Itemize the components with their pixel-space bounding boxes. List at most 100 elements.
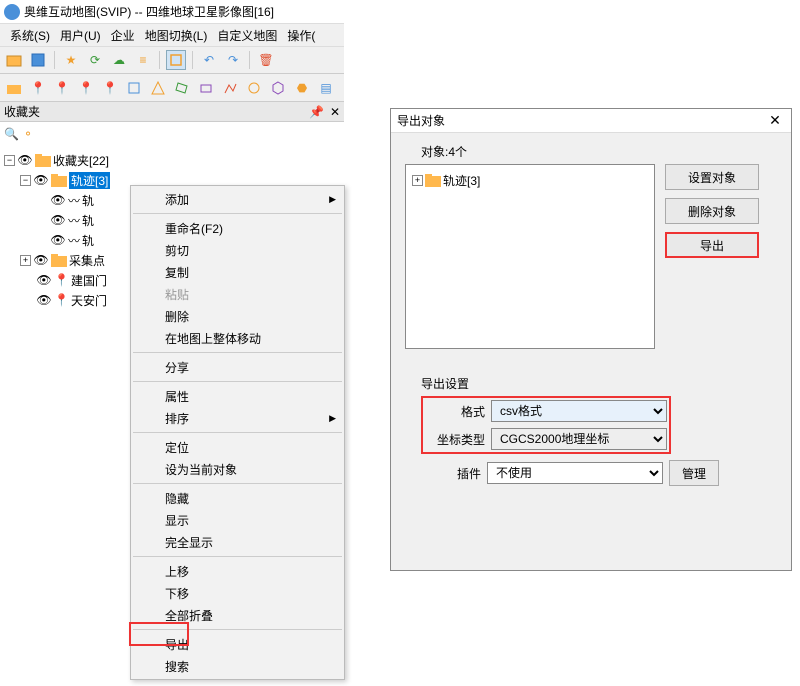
layer-icon[interactable]: ▤ [316, 78, 336, 98]
cm-showall[interactable]: 完全显示 [131, 531, 344, 553]
cm-cut[interactable]: 剪切 [131, 239, 344, 261]
format-label: 格式 [425, 403, 485, 420]
open-icon[interactable] [4, 50, 24, 70]
collapse-icon[interactable]: − [4, 155, 15, 166]
tree-item-label: 轨 [82, 212, 94, 229]
undo-icon[interactable]: ↶ [199, 50, 219, 70]
hex-icon[interactable] [268, 78, 288, 98]
eye-icon[interactable]: 👁 [33, 253, 49, 267]
cm-show[interactable]: 显示 [131, 509, 344, 531]
export-settings-label: 导出设置 [421, 375, 777, 392]
search-icon[interactable]: 🔍 [4, 127, 19, 141]
toolbar-1: ★ ⟳ ☁ ≡ ↶ ↷ 🗑 [0, 46, 344, 74]
cm-moveonmap[interactable]: 在地图上整体移动 [131, 327, 344, 349]
folder-icon [425, 173, 441, 187]
cm-props[interactable]: 属性 [131, 385, 344, 407]
tree-item-label: 天安门 [71, 292, 107, 309]
track-icon: 〰 [68, 192, 80, 209]
menu-mapswitch[interactable]: 地图切换(L) [141, 25, 212, 46]
tree-item-label: 采集点 [69, 252, 105, 269]
object-list[interactable]: + 轨迹[3] [405, 164, 655, 349]
plugin-select[interactable]: 不使用 [487, 462, 663, 484]
cm-search[interactable]: 搜索 [131, 655, 344, 677]
cm-sort[interactable]: 排序 [131, 407, 344, 429]
menu-user[interactable]: 用户(U) [56, 25, 105, 46]
cm-movedown[interactable]: 下移 [131, 582, 344, 604]
coord-type-select[interactable]: CGCS2000地理坐标 [491, 428, 667, 450]
toolbar-2: 📍 📍 📍 📍 ⬣ ▤ [0, 74, 344, 102]
cm-rename[interactable]: 重命名(F2) [131, 217, 344, 239]
pin-icon: 📍 [54, 273, 69, 287]
expand-icon[interactable]: + [412, 175, 423, 186]
menu-system[interactable]: 系统(S) [6, 25, 54, 46]
track-icon: 〰 [68, 212, 80, 229]
refresh-icon[interactable]: ⟳ [85, 50, 105, 70]
circle-icon[interactable] [244, 78, 264, 98]
cloud-icon[interactable]: ☁ [109, 50, 129, 70]
path-icon[interactable] [220, 78, 240, 98]
panel-close-icon[interactable]: ✕ [330, 105, 340, 119]
pin-icon: 📍 [54, 293, 69, 307]
signal-icon[interactable]: ≡ [133, 50, 153, 70]
set-object-button[interactable]: 设置对象 [665, 164, 759, 190]
cm-delete[interactable]: 删除 [131, 305, 344, 327]
expand-icon[interactable]: + [20, 255, 31, 266]
save-icon[interactable] [28, 50, 48, 70]
eye-icon[interactable]: 👁 [50, 233, 66, 247]
app-icon [4, 4, 20, 20]
pin-icon[interactable]: 📌 [309, 105, 324, 119]
cm-setcurrent[interactable]: 设为当前对象 [131, 458, 344, 480]
pin-green-icon[interactable]: 📍 [28, 78, 48, 98]
marker-yellow-icon[interactable]: ⬣ [292, 78, 312, 98]
object-count-label: 对象:4个 [421, 143, 777, 160]
pin-orange-icon[interactable]: 📍 [100, 78, 120, 98]
format-select[interactable]: csv格式 [491, 400, 667, 422]
cm-paste: 粘贴 [131, 283, 344, 305]
star-icon[interactable]: ★ [61, 50, 81, 70]
crop-icon[interactable] [166, 50, 186, 70]
export-dialog: 导出对象 ✕ 对象:4个 + 轨迹[3] 设置对象 删除对象 导出 导出设置 [390, 108, 792, 571]
export-button[interactable]: 导出 [665, 232, 759, 258]
coord-label: 坐标类型 [425, 431, 485, 448]
shape2-icon[interactable] [148, 78, 168, 98]
shape3-icon[interactable] [172, 78, 192, 98]
cm-copy[interactable]: 复制 [131, 261, 344, 283]
menu-enterprise[interactable]: 企业 [107, 25, 139, 46]
eye-icon[interactable]: 👁 [36, 273, 52, 287]
cm-share[interactable]: 分享 [131, 356, 344, 378]
cm-add[interactable]: 添加 [131, 188, 344, 210]
cm-hide[interactable]: 隐藏 [131, 487, 344, 509]
eye-icon[interactable]: 👁 [33, 173, 49, 187]
delete-object-button[interactable]: 删除对象 [665, 198, 759, 224]
folder-icon [51, 173, 67, 187]
collapse-icon[interactable]: − [20, 175, 31, 186]
filter-icon[interactable]: ⚬ [23, 127, 33, 141]
pin-purple-icon[interactable]: 📍 [52, 78, 72, 98]
context-menu: 添加 重命名(F2) 剪切 复制 粘贴 删除 在地图上整体移动 分享 属性 排序… [130, 185, 345, 680]
manage-button[interactable]: 管理 [669, 460, 719, 486]
titlebar: 奥维互动地图(SVIP) -- 四维地球卫星影像图[16] [0, 0, 344, 24]
shape1-icon[interactable] [124, 78, 144, 98]
plugin-label: 插件 [421, 465, 481, 482]
cm-moveup[interactable]: 上移 [131, 560, 344, 582]
highlight-export-menu [129, 622, 189, 646]
search-row: 🔍 ⚬ [0, 122, 344, 146]
eye-icon[interactable]: 👁 [36, 293, 52, 307]
tree-root-label: 收藏夹[22] [53, 152, 109, 169]
eye-icon[interactable]: 👁 [50, 193, 66, 207]
folder-icon [35, 153, 51, 167]
eye-icon[interactable]: 👁 [50, 213, 66, 227]
cm-locate[interactable]: 定位 [131, 436, 344, 458]
delete-icon[interactable]: 🗑 [256, 50, 276, 70]
highlight-format-coord: 格式 csv格式 坐标类型 CGCS2000地理坐标 [421, 396, 671, 454]
redo-icon[interactable]: ↷ [223, 50, 243, 70]
list-item[interactable]: + 轨迹[3] [412, 171, 648, 189]
eye-icon[interactable]: 👁 [17, 153, 33, 167]
menu-custommap[interactable]: 自定义地图 [213, 25, 281, 46]
mark-folder-icon[interactable] [4, 78, 24, 98]
close-icon[interactable]: ✕ [765, 111, 785, 131]
pin-blue-icon[interactable]: 📍 [76, 78, 96, 98]
tree-root[interactable]: − 👁 收藏夹[22] [4, 150, 340, 170]
shape4-icon[interactable] [196, 78, 216, 98]
menu-operate[interactable]: 操作( [283, 25, 319, 46]
